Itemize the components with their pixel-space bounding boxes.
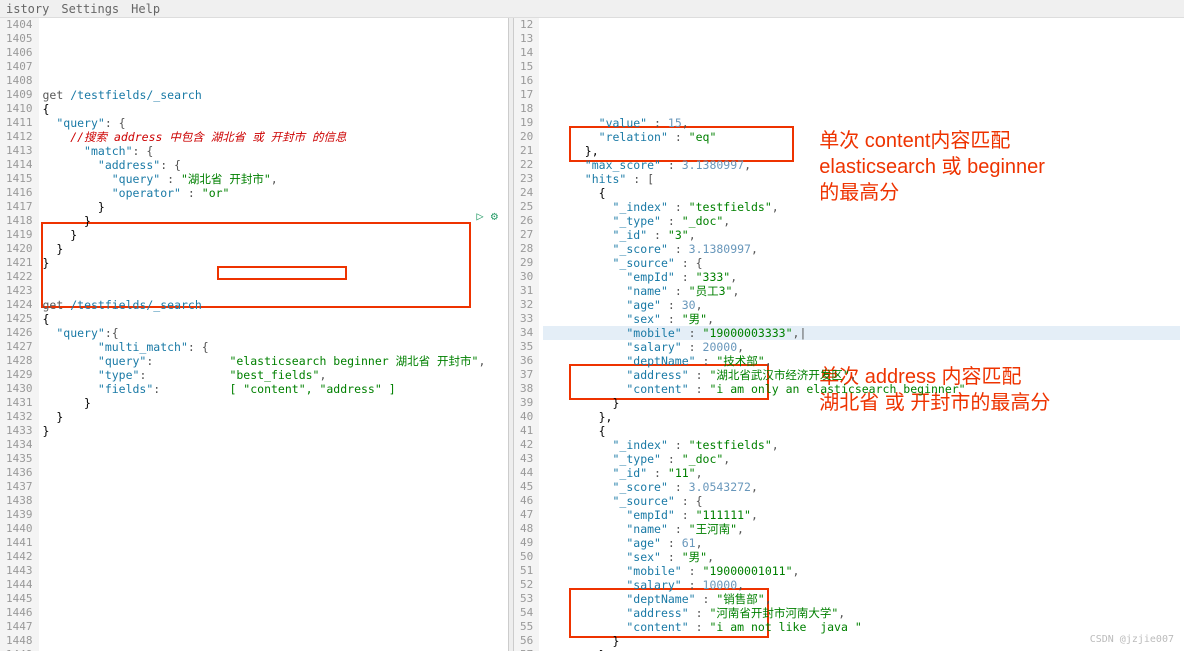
- right-code[interactable]: 单次 content内容匹配 elasticsearch 或 beginner …: [539, 18, 1184, 651]
- left-code[interactable]: ▷ ⚙ get /testfields/_search{ "query": { …: [39, 18, 509, 651]
- editor-split: 1404140514061407140814091410141114121413…: [0, 18, 1184, 651]
- menu-settings[interactable]: Settings: [61, 2, 119, 16]
- menu-history[interactable]: istory: [6, 2, 49, 16]
- watermark: CSDN @jzjie007: [1090, 634, 1174, 645]
- left-gutter: 1404140514061407140814091410141114121413…: [0, 18, 39, 651]
- left-pane: 1404140514061407140814091410141114121413…: [0, 18, 508, 651]
- menu-bar: istory Settings Help: [0, 0, 1184, 18]
- right-pane: 1213141516171819202122232425262728293031…: [514, 18, 1184, 651]
- menu-help[interactable]: Help: [131, 2, 160, 16]
- right-gutter: 1213141516171819202122232425262728293031…: [514, 18, 539, 651]
